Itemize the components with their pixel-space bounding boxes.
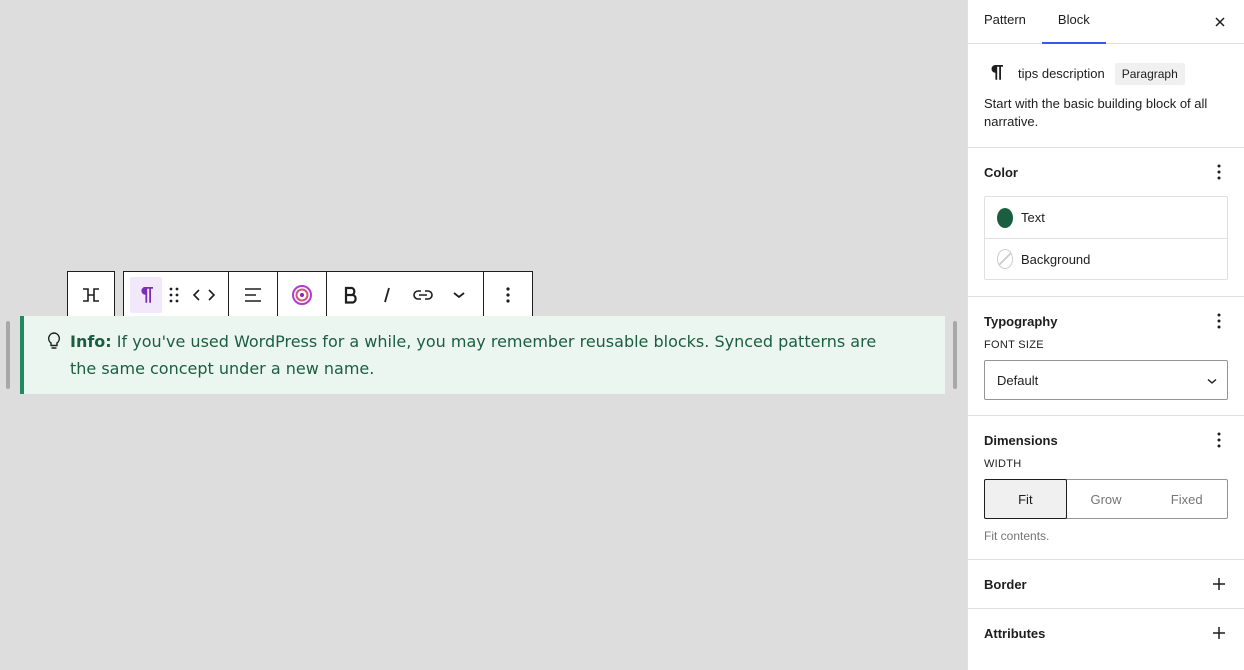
width-label: WIDTH [984, 458, 1022, 470]
color-text-label: Text [1021, 210, 1045, 225]
typography-panel: Typography FONT SIZE Default [968, 297, 1244, 416]
block-toolbar [67, 271, 533, 319]
color-text-item[interactable]: Text [985, 197, 1227, 238]
color-panel: Color Text Background [968, 148, 1244, 297]
border-add-icon[interactable] [1207, 572, 1231, 596]
font-size-label: FONT SIZE [984, 339, 1044, 351]
color-list: Text Background [984, 196, 1228, 280]
text-swatch [997, 207, 1013, 228]
tab-pattern[interactable]: Pattern [968, 0, 1042, 44]
drag-handle-icon[interactable] [162, 277, 186, 313]
italic-icon[interactable] [369, 277, 405, 313]
color-title: Color [984, 164, 1018, 180]
block-label: Info: [70, 332, 112, 351]
paragraph-icon [984, 60, 1008, 87]
width-fit-option[interactable]: Fit [984, 479, 1067, 519]
block-description: Start with the basic building block of a… [984, 96, 1208, 129]
width-help-text: Fit contents. [984, 529, 1050, 543]
more-chevron-icon[interactable] [441, 277, 477, 313]
bold-icon[interactable] [333, 277, 369, 313]
font-size-select[interactable]: Default [984, 360, 1228, 400]
width-grow-option[interactable]: Grow [1066, 480, 1147, 518]
block-type-badge: Paragraph [1114, 62, 1185, 85]
block-title: tips description [1018, 66, 1105, 81]
color-options-icon[interactable] [1207, 160, 1231, 184]
border-panel: Border [968, 560, 1244, 609]
settings-sidebar: Pattern Block tips description Paragraph… [967, 0, 1244, 670]
background-swatch [997, 249, 1013, 269]
block-body: If you've used WordPress for a while, yo… [70, 332, 877, 378]
lightbulb-icon [46, 331, 62, 394]
color-background-item[interactable]: Background [985, 238, 1227, 279]
link-icon[interactable] [405, 277, 441, 313]
dimensions-panel: Dimensions WIDTH Fit Grow Fixed Fit cont… [968, 416, 1244, 560]
options-icon[interactable] [490, 277, 526, 313]
resize-handle-right[interactable] [953, 321, 957, 389]
width-fixed-option[interactable]: Fixed [1146, 480, 1227, 518]
typography-title: Typography [984, 313, 1058, 329]
move-arrows-icon[interactable] [186, 277, 222, 313]
font-size-value: Default [997, 372, 1039, 388]
chevron-down-icon [1207, 373, 1217, 388]
paragraph-icon[interactable] [130, 277, 162, 313]
dimensions-options-icon[interactable] [1207, 428, 1231, 452]
dimensions-title: Dimensions [984, 432, 1058, 448]
paragraph-block[interactable]: Info: If you've used WordPress for a whi… [20, 316, 945, 394]
sidebar-tabs: Pattern Block [968, 0, 1244, 44]
transform-group [67, 271, 115, 319]
block-text[interactable]: Info: If you've used WordPress for a whi… [70, 328, 900, 394]
attributes-title: Attributes [984, 625, 1046, 641]
border-title: Border [984, 576, 1027, 592]
width-segmented-control: Fit Grow Fixed [984, 479, 1228, 519]
close-icon[interactable] [1208, 10, 1232, 34]
color-background-label: Background [1021, 251, 1091, 267]
resize-handle-left[interactable] [6, 321, 10, 389]
main-toolbar-group [123, 271, 533, 319]
typography-options-icon[interactable] [1207, 309, 1231, 333]
transform-icon[interactable] [73, 277, 109, 313]
ai-icon[interactable] [284, 277, 320, 313]
tab-block[interactable]: Block [1041, 0, 1106, 44]
editor-canvas: Info: If you've used WordPress for a whi… [0, 0, 967, 670]
align-icon[interactable] [235, 277, 271, 313]
attributes-add-icon[interactable] [1207, 621, 1231, 645]
attributes-panel: Attributes [968, 609, 1244, 657]
block-card: tips description Paragraph Start with th… [968, 44, 1244, 148]
